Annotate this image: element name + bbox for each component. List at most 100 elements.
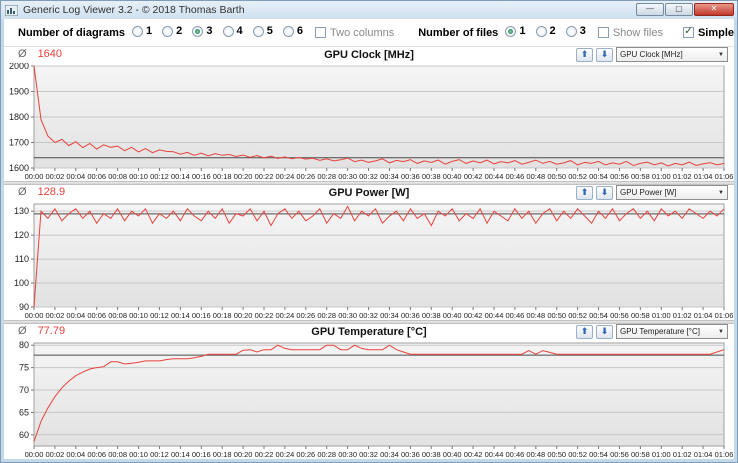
maximize-button[interactable]: ▢ (665, 3, 693, 16)
diagrams-radio-2[interactable]: 2 (162, 25, 182, 37)
radio-icon (222, 25, 234, 37)
svg-text:00:20: 00:20 (234, 172, 253, 181)
svg-text:00:22: 00:22 (255, 450, 274, 459)
radio-icon (565, 25, 577, 37)
app-icon (5, 4, 18, 16)
svg-text:00:26: 00:26 (296, 172, 315, 181)
radio-icon (162, 25, 174, 37)
svg-text:00:32: 00:32 (359, 450, 378, 459)
svg-text:00:44: 00:44 (485, 311, 504, 320)
svg-text:00:44: 00:44 (485, 450, 504, 459)
svg-text:00:36: 00:36 (401, 311, 420, 320)
svg-text:00:10: 00:10 (129, 450, 148, 459)
close-button[interactable]: ✕ (694, 3, 734, 16)
diagrams-radio-1[interactable]: 1 (131, 25, 152, 37)
svg-text:2000: 2000 (9, 63, 29, 71)
svg-text:00:02: 00:02 (46, 450, 65, 459)
svg-text:110: 110 (15, 254, 29, 264)
files-radio-group: 1 2 3 (498, 25, 586, 40)
svg-text:00:48: 00:48 (526, 311, 545, 320)
svg-text:01:06: 01:06 (715, 172, 734, 181)
svg-text:00:52: 00:52 (568, 311, 587, 320)
svg-text:00:12: 00:12 (150, 450, 169, 459)
svg-text:00:46: 00:46 (506, 311, 525, 320)
svg-text:130: 130 (14, 206, 29, 216)
svg-text:00:58: 00:58 (631, 172, 650, 181)
radio-icon (282, 25, 294, 37)
svg-text:00:38: 00:38 (422, 311, 441, 320)
svg-text:00:24: 00:24 (276, 450, 295, 459)
svg-text:00:42: 00:42 (464, 450, 483, 459)
svg-text:00:28: 00:28 (317, 311, 336, 320)
move-up-button[interactable]: ⬆ (576, 185, 593, 200)
svg-text:00:10: 00:10 (129, 172, 148, 181)
chart-panel: Ø 1640 GPU Clock [MHz] ⬆ ⬇ GPU Clock [MH… (4, 47, 734, 181)
svg-text:00:32: 00:32 (359, 172, 378, 181)
svg-text:01:02: 01:02 (673, 172, 692, 181)
svg-text:01:00: 01:00 (652, 172, 671, 181)
svg-text:00:52: 00:52 (568, 450, 587, 459)
svg-text:00:44: 00:44 (485, 172, 504, 181)
svg-text:00:46: 00:46 (506, 172, 525, 181)
average-symbol: Ø (18, 325, 27, 337)
minimize-button[interactable]: — (636, 3, 664, 16)
show-files-checkbox[interactable]: Show files (597, 27, 663, 39)
move-up-button[interactable]: ⬆ (576, 47, 593, 62)
toolbar: Number of diagrams 1 2 3 4 5 6 Two colum… (4, 19, 737, 47)
svg-text:80: 80 (19, 340, 29, 350)
svg-text:00:26: 00:26 (296, 450, 315, 459)
files-radio-2[interactable]: 2 (535, 25, 556, 37)
diagrams-radio-6[interactable]: 6 (282, 25, 303, 37)
chart-controls: ⬆ ⬇ GPU Power [W] ▼ (576, 185, 728, 200)
svg-text:00:06: 00:06 (87, 311, 106, 320)
chevron-down-icon: ▼ (718, 189, 724, 196)
radio-icon (131, 25, 143, 37)
files-radio-1[interactable]: 1 (505, 25, 525, 37)
diagrams-radio-3[interactable]: 3 (192, 25, 212, 37)
diagrams-radio-group: 1 2 3 4 5 6 (125, 25, 303, 40)
metric-dropdown-value: GPU Clock [MHz] (620, 50, 683, 59)
svg-text:00:16: 00:16 (192, 172, 211, 181)
svg-text:1800: 1800 (9, 112, 29, 122)
svg-text:70: 70 (19, 385, 29, 395)
move-down-button[interactable]: ⬇ (596, 324, 613, 339)
svg-text:00:16: 00:16 (192, 450, 211, 459)
svg-text:1900: 1900 (9, 87, 29, 97)
svg-text:00:56: 00:56 (610, 172, 629, 181)
svg-text:00:48: 00:48 (526, 172, 545, 181)
metric-dropdown[interactable]: GPU Power [W] ▼ (616, 185, 728, 200)
diagrams-radio-4[interactable]: 4 (222, 25, 243, 37)
average-value: 128.9 (37, 186, 66, 198)
svg-text:00:06: 00:06 (87, 450, 106, 459)
svg-text:01:06: 01:06 (715, 311, 734, 320)
svg-text:00:24: 00:24 (276, 172, 295, 181)
svg-text:00:12: 00:12 (150, 311, 169, 320)
svg-text:00:40: 00:40 (443, 450, 462, 459)
average-readout: Ø 128.9 (18, 186, 65, 198)
svg-text:00:54: 00:54 (589, 311, 608, 320)
files-radio-3[interactable]: 3 (565, 25, 586, 37)
svg-text:00:20: 00:20 (234, 450, 253, 459)
move-up-button[interactable]: ⬆ (576, 324, 593, 339)
svg-text:00:38: 00:38 (422, 450, 441, 459)
svg-text:00:18: 00:18 (213, 311, 232, 320)
svg-text:00:04: 00:04 (66, 450, 85, 459)
svg-text:00:48: 00:48 (526, 450, 545, 459)
svg-text:00:18: 00:18 (213, 172, 232, 181)
average-symbol: Ø (18, 48, 27, 60)
two-columns-checkbox[interactable]: Two columns (315, 27, 394, 39)
move-down-button[interactable]: ⬇ (596, 185, 613, 200)
metric-dropdown[interactable]: GPU Clock [MHz] ▼ (616, 47, 728, 62)
svg-text:01:04: 01:04 (694, 172, 713, 181)
diagrams-radio-5[interactable]: 5 (252, 25, 273, 37)
simple-mode-checkbox[interactable]: Simple mode (682, 27, 737, 39)
chevron-down-icon: ▼ (718, 328, 724, 335)
app-window: Generic Log Viewer 3.2 - © 2018 Thomas B… (0, 0, 738, 463)
average-readout: Ø 77.79 (18, 325, 65, 337)
metric-dropdown-value: GPU Temperature [°C] (620, 327, 700, 336)
svg-text:00:30: 00:30 (338, 450, 357, 459)
svg-text:00:08: 00:08 (108, 450, 127, 459)
metric-dropdown[interactable]: GPU Temperature [°C] ▼ (616, 324, 728, 339)
move-down-button[interactable]: ⬇ (596, 47, 613, 62)
svg-text:00:08: 00:08 (108, 311, 127, 320)
